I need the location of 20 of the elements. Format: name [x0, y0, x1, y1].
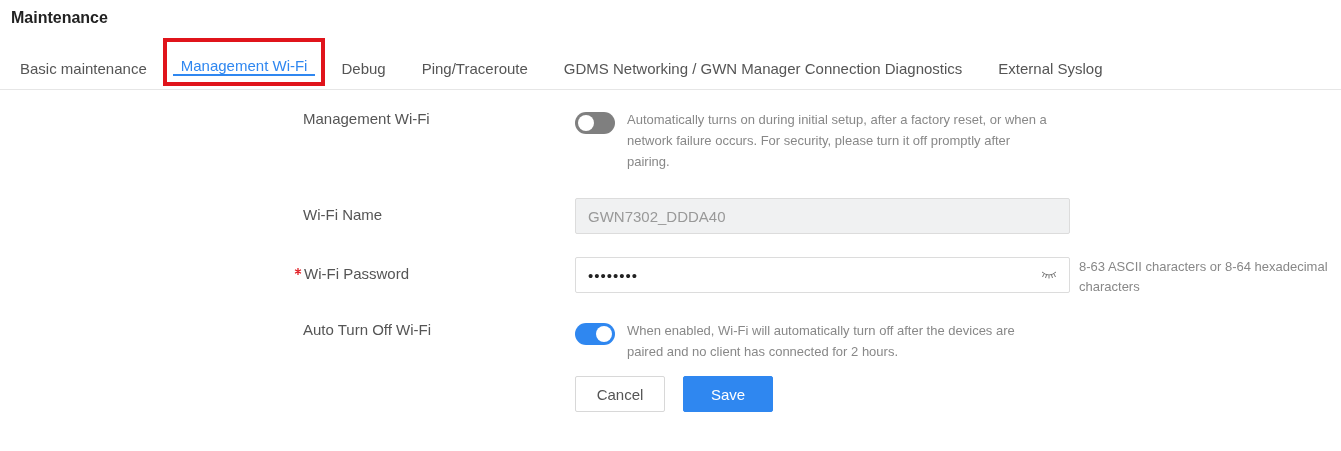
help-text: When enabled, Wi-Fi will automatically turn off after the devices are paired and no client has connected for 2 hours. — [627, 322, 1016, 361]
tab[interactable]: Basic maintenance — [2, 49, 165, 89]
page-title: Maintenance — [10, 8, 109, 27]
hint-text: 8-63 ASCII characters or 8-64 hexadecimal characters — [1079, 258, 1329, 296]
toggle-switch[interactable] — [575, 112, 615, 134]
tab[interactable]: Debug — [323, 49, 404, 89]
tab[interactable]: Management Wi-Fi — [164, 40, 324, 84]
save-button[interactable]: Save — [683, 376, 773, 412]
toggle-switch[interactable] — [575, 323, 615, 345]
cancel-button[interactable]: Cancel — [575, 376, 665, 412]
tab[interactable]: External Syslog — [980, 49, 1121, 89]
field-label: Wi-Fi Name — [303, 206, 383, 223]
tab[interactable]: Ping/Traceroute — [403, 49, 546, 89]
help-text: Automatically turns on during initial setup, after a factory reset, or when a network failure occurs. For security, please turn it off promptly after pairing. — [627, 111, 1048, 171]
field-label: Management Wi-Fi — [303, 110, 430, 127]
password-field[interactable]: •••••••• — [575, 257, 1070, 293]
field-label: Wi-Fi Password — [304, 265, 409, 282]
hidden-eye-icon[interactable] — [1041, 271, 1057, 279]
field-label: Auto Turn Off Wi-Fi — [303, 321, 432, 338]
tab[interactable]: GDMS Networking / GWN Manager Connection Diagnostics — [545, 49, 981, 89]
